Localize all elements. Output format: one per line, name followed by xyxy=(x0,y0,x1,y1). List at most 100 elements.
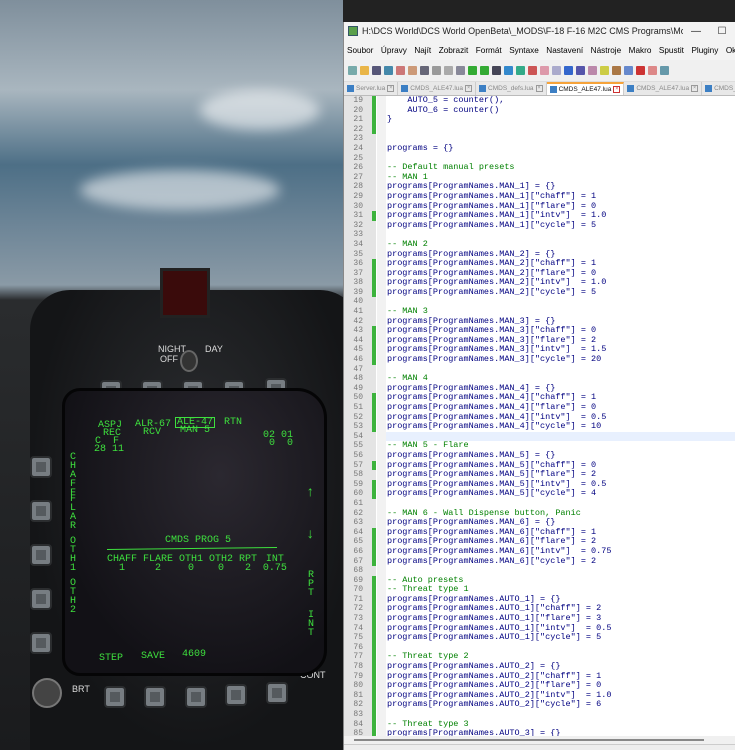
oth1-vert-label[interactable]: OTH1 xyxy=(68,537,78,574)
menu-item-4[interactable]: Formát xyxy=(476,46,502,55)
menu-item-8[interactable]: Makro xyxy=(629,46,652,55)
toolbar-button-0[interactable] xyxy=(348,66,357,75)
toolbar-button-14[interactable] xyxy=(516,66,525,75)
toolbar-button-18[interactable] xyxy=(564,66,573,75)
pb19-button[interactable] xyxy=(30,500,52,522)
change-marker xyxy=(372,172,376,183)
step-label[interactable]: STEP xyxy=(99,654,123,664)
menu-item-11[interactable]: Okna xyxy=(726,46,735,55)
toolbar-button-10[interactable] xyxy=(468,66,477,75)
code-text: programs[ProgramNames.MAN_3]["cycle"] = … xyxy=(387,354,602,365)
toolbar-button-8[interactable] xyxy=(444,66,453,75)
menu-item-3[interactable]: Zobrazit xyxy=(439,46,469,55)
rpt-vert-label[interactable]: RPT xyxy=(306,571,316,599)
minimize-button[interactable]: — xyxy=(683,26,709,37)
scroll-thumb[interactable] xyxy=(354,739,704,741)
menu-item-5[interactable]: Syntaxe xyxy=(509,46,539,55)
up-arrow-icon[interactable]: ↑ xyxy=(306,486,314,500)
toolbar-button-15[interactable] xyxy=(528,66,537,75)
close-tab-icon[interactable]: × xyxy=(535,85,543,92)
toolbar-button-24[interactable] xyxy=(636,66,645,75)
menu-item-6[interactable]: Nastavení xyxy=(546,46,583,55)
close-tab-icon[interactable]: × xyxy=(613,86,621,93)
code-text: programs = {} xyxy=(387,142,454,153)
toolbar-button-7[interactable] xyxy=(432,66,441,75)
tab-1[interactable]: CMDS_ALE47.lua × xyxy=(398,82,477,95)
line-number: 38 xyxy=(344,278,366,288)
horizontal-scrollbar[interactable] xyxy=(344,736,735,744)
menu-item-9[interactable]: Spustit xyxy=(659,46,684,55)
fold-margin xyxy=(377,441,386,451)
toolbar-button-20[interactable] xyxy=(588,66,597,75)
code-line[interactable]: 53 programs[ProgramNames.MAN_4]["cycle"] … xyxy=(344,422,735,432)
code-line[interactable]: 20 AUTO_6 = counter() xyxy=(344,105,735,116)
code-line[interactable]: 32 programs[ProgramNames.MAN_1]["cycle"] … xyxy=(344,220,735,231)
code-line[interactable]: 67 programs[ProgramNames.MAN_6]["cycle"] … xyxy=(344,556,735,567)
oth2-vert-label[interactable]: OTH2 xyxy=(68,579,78,616)
flar-vert-label[interactable]: FLAR xyxy=(68,495,78,532)
code-line[interactable]: 82 programs[ProgramNames.AUTO_2]["cycle"]… xyxy=(344,700,735,710)
toolbar-button-16[interactable] xyxy=(540,66,549,75)
code-text: programs[ProgramNames.MAN_5]["cycle"] = … xyxy=(387,488,597,499)
toolbar-button-22[interactable] xyxy=(612,66,621,75)
toolbar-button-4[interactable] xyxy=(396,66,405,75)
pb15-button[interactable] xyxy=(104,686,126,708)
menu-item-2[interactable]: Najít xyxy=(414,46,431,55)
toolbar-button-11[interactable] xyxy=(480,66,489,75)
code-line[interactable]: 60 programs[ProgramNames.MAN_5]["cycle"] … xyxy=(344,489,735,499)
brightness-knob[interactable] xyxy=(180,350,198,372)
close-tab-icon[interactable]: × xyxy=(387,85,395,92)
close-tab-icon[interactable]: × xyxy=(691,85,699,92)
tab-3[interactable]: CMDS_ALE47.lua × xyxy=(546,82,625,95)
save-label[interactable]: SAVE xyxy=(141,652,165,662)
menu-item-7[interactable]: Nástroje xyxy=(591,46,622,55)
code-line[interactable]: 22 xyxy=(344,124,735,135)
toolbar-button-1[interactable] xyxy=(360,66,369,75)
menu-item-1[interactable]: Úpravy xyxy=(381,46,407,55)
code-line[interactable]: 21} xyxy=(344,115,735,125)
toolbar-button-19[interactable] xyxy=(576,66,585,75)
maximize-button[interactable]: ☐ xyxy=(709,26,735,37)
toolbar-button-13[interactable] xyxy=(504,66,513,75)
toolbar-button-5[interactable] xyxy=(408,66,417,75)
code-line[interactable]: 39 programs[ProgramNames.MAN_2]["cycle"] … xyxy=(344,287,735,298)
pb11-button[interactable] xyxy=(266,682,288,704)
menu-item-10[interactable]: Pluginy xyxy=(691,46,718,55)
line-number: 69 xyxy=(344,575,366,586)
pb12-button[interactable] xyxy=(225,684,247,706)
pb18-button[interactable] xyxy=(30,544,52,566)
code-editor[interactable]: 19 AUTO_5 = counter(), 20 AUTO_6 = counte… xyxy=(344,96,735,736)
toolbar-button-9[interactable] xyxy=(456,66,465,75)
pb20-button[interactable] xyxy=(30,456,52,478)
down-arrow-icon[interactable]: ↓ xyxy=(306,528,314,542)
pb16-button[interactable] xyxy=(30,632,52,654)
code-line[interactable]: 46 programs[ProgramNames.MAN_3]["cycle"] … xyxy=(344,354,735,365)
brt-knob[interactable] xyxy=(32,678,62,708)
int-vert-label[interactable]: INT xyxy=(306,611,316,639)
change-marker xyxy=(372,546,376,557)
menu-item-0[interactable]: Soubor xyxy=(347,46,373,55)
code-line[interactable]: 85 programs[ProgramNames.AUTO_3] = {} xyxy=(344,729,735,736)
toolbar-button-2[interactable] xyxy=(372,66,381,75)
tab-5[interactable]: CMDS_defs.lua× xyxy=(702,82,735,95)
toolbar-button-6[interactable] xyxy=(420,66,429,75)
code-line[interactable]: 24 programs = {} xyxy=(344,142,735,154)
chaff-vert-label[interactable]: CHAFF xyxy=(68,453,78,499)
toolbar-button-12[interactable] xyxy=(492,66,501,75)
close-tab-icon[interactable]: × xyxy=(465,85,473,92)
tab-0[interactable]: Server.lua × xyxy=(344,82,399,95)
pb13-button[interactable] xyxy=(185,686,207,708)
toolbar-button-21[interactable] xyxy=(600,66,609,75)
rtn-label[interactable]: RTN xyxy=(224,418,242,428)
toolbar-button-3[interactable] xyxy=(384,66,393,75)
toolbar-button-23[interactable] xyxy=(624,66,633,75)
toolbar-button-25[interactable] xyxy=(648,66,657,75)
toolbar-button-26[interactable] xyxy=(660,66,669,75)
pb17-button[interactable] xyxy=(30,588,52,610)
pb14-button[interactable] xyxy=(144,686,166,708)
tab-4[interactable]: CMDS_ALE47.lua × xyxy=(624,82,703,95)
tab-2[interactable]: CMDS_defs.lua × xyxy=(476,82,547,95)
fold-margin xyxy=(377,729,386,736)
code-line[interactable]: 75 programs[ProgramNames.AUTO_1]["cycle"]… xyxy=(344,633,735,643)
toolbar-button-17[interactable] xyxy=(552,66,561,75)
